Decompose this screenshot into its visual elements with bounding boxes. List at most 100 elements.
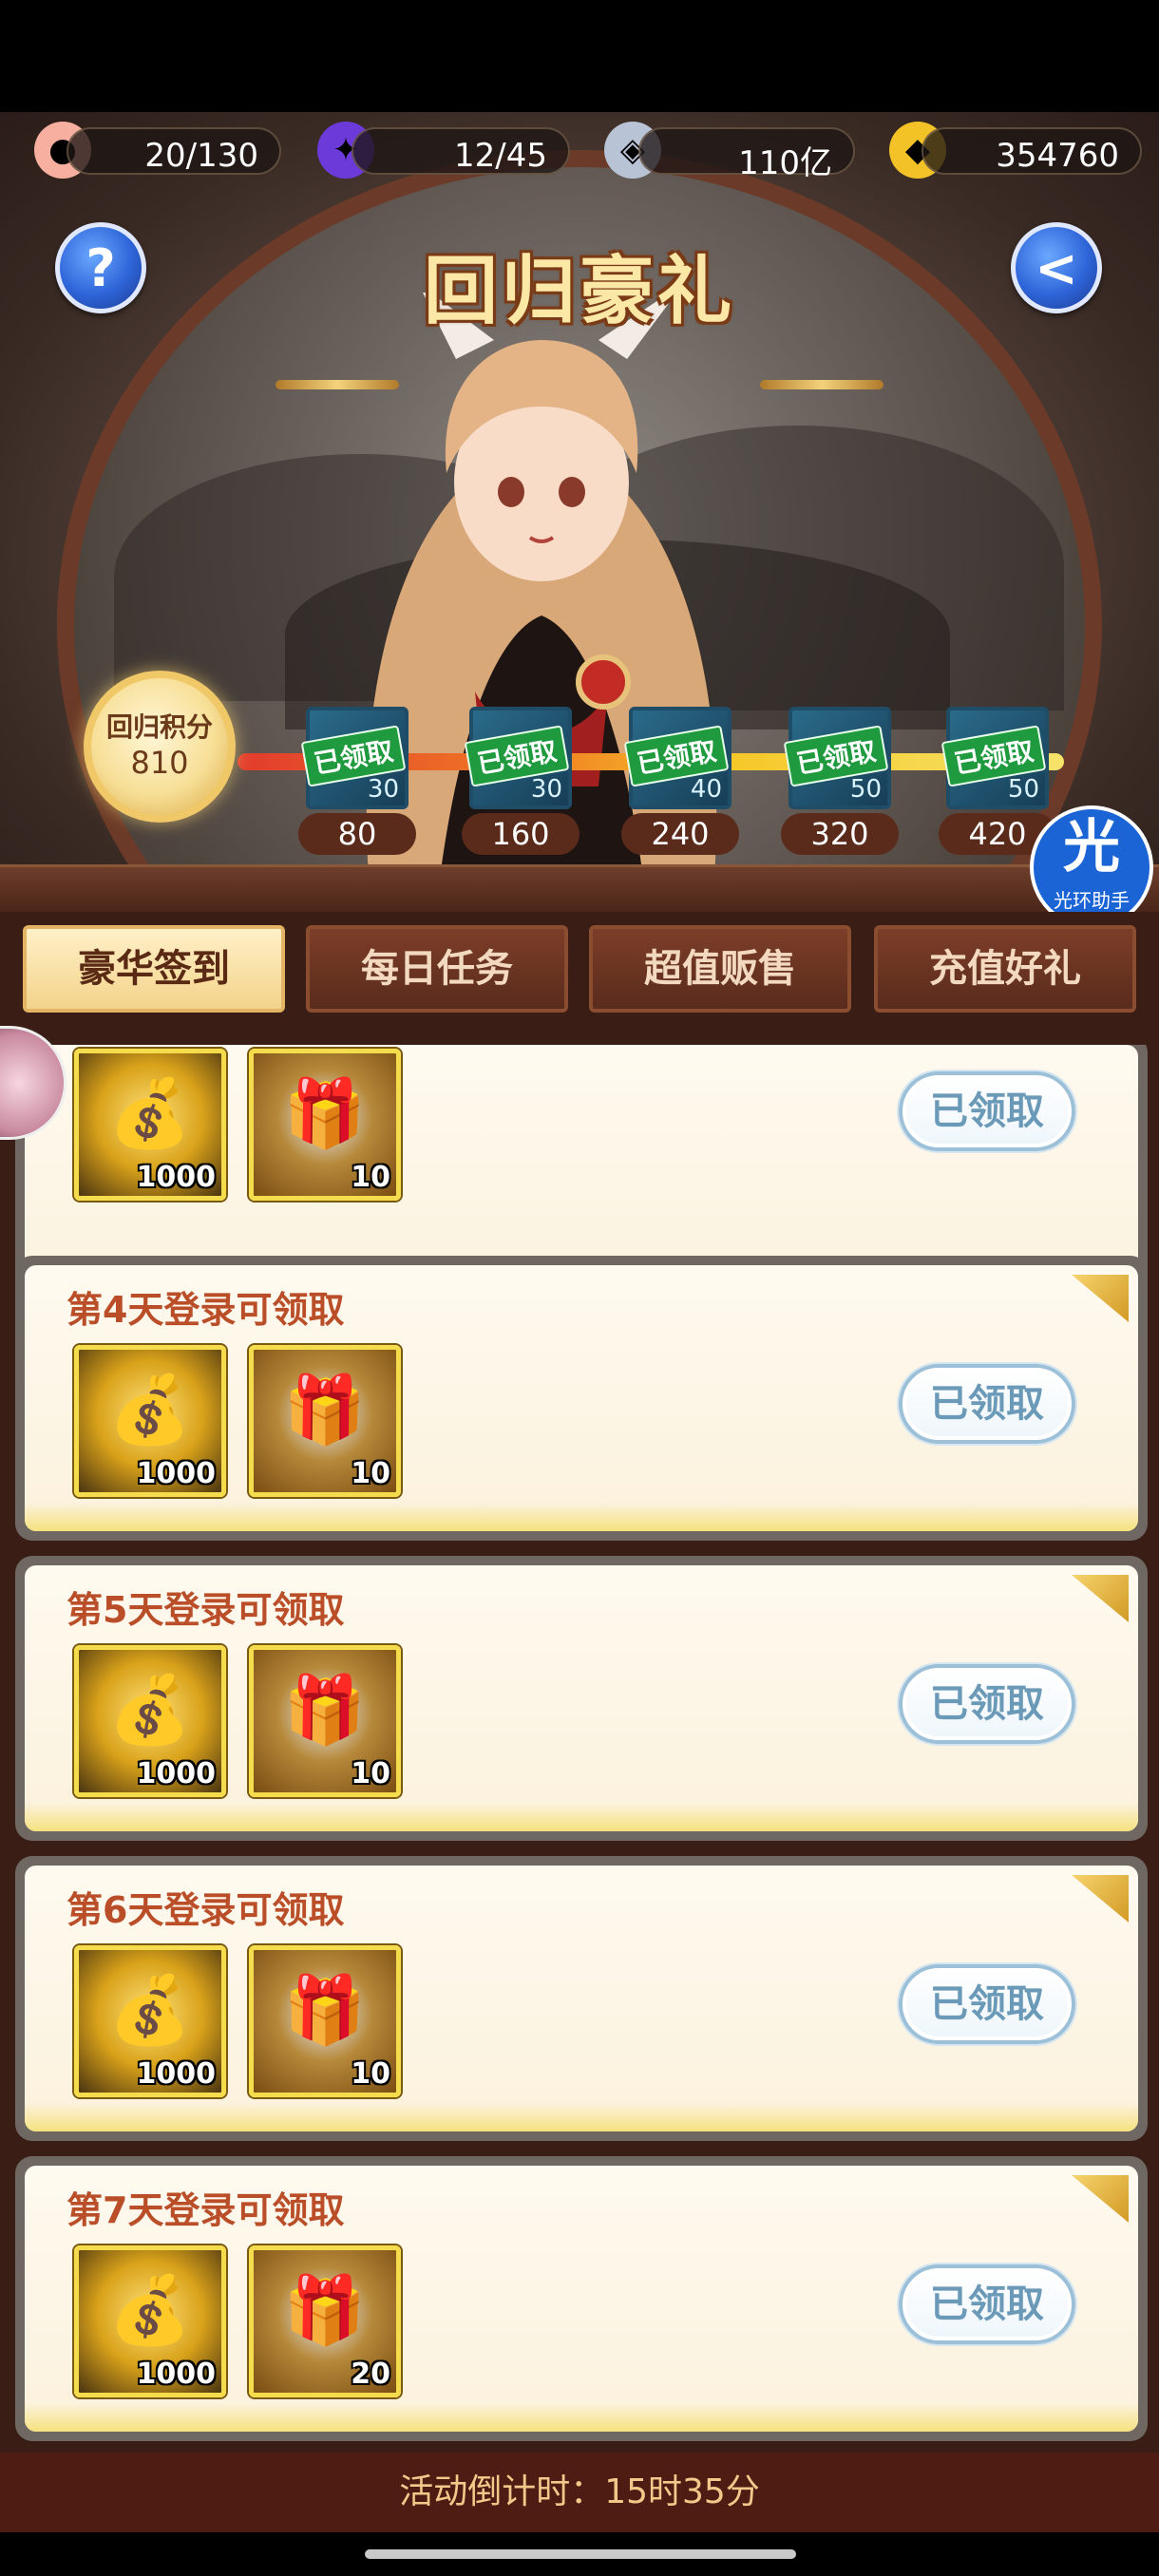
claimed-button[interactable]: 已领取 <box>899 1071 1075 1151</box>
item-quantity: 10 <box>351 1757 390 1790</box>
reward-day-title: 第4天登录可领取 <box>66 1289 345 1331</box>
tab-daily-tasks[interactable]: 每日任务 <box>306 925 568 1013</box>
back-arrow-icon: < <box>1035 237 1078 298</box>
helper-badge-glyph: 光 <box>1063 814 1120 881</box>
page-title-wrap: 回归豪礼 <box>276 232 884 334</box>
milestone-item-count: 50 <box>1007 775 1039 804</box>
item-quantity: 10 <box>351 1161 390 1194</box>
claimed-button[interactable]: 已领取 <box>899 1364 1075 1444</box>
tab-value-sale[interactable]: 超值贩售 <box>589 925 851 1013</box>
event-countdown: 活动倒计时：15时35分 <box>399 2472 760 2511</box>
home-indicator[interactable] <box>365 2549 796 2559</box>
milestone-item: 50 已领取 <box>940 707 1049 809</box>
claimed-button[interactable]: 已领取 <box>899 2264 1075 2344</box>
reward-card: 第4天登录可领取 💰 1000 🎁 10 已领取 <box>15 1256 1148 1541</box>
gold-ingot-item[interactable]: 💰 1000 <box>74 2245 226 2397</box>
gold-ingot-item[interactable]: 💰 1000 <box>74 1945 226 2097</box>
title-ornament-left <box>276 380 399 389</box>
help-button[interactable]: ? <box>55 222 146 313</box>
chest-icon: 🎁 <box>283 1371 367 1449</box>
chest-icon: 🎁 <box>283 1971 367 2049</box>
milestone-threshold: 80 <box>298 813 416 855</box>
reward-card-body: 第7天登录可领取 💰 1000 🎁 20 已领取 <box>25 2166 1138 2432</box>
item-quantity: 1000 <box>136 1757 217 1790</box>
treasure-chest-item[interactable]: 🎁 10 <box>249 1345 401 1497</box>
item-quantity: 20 <box>351 2358 390 2391</box>
milestone-item: 30 已领取 <box>464 707 572 809</box>
points-value: 810 <box>130 745 189 781</box>
peach-counter: 20/130 <box>66 127 281 175</box>
treasure-chest-item[interactable]: 🎁 10 <box>249 1645 401 1797</box>
spirit-value: 12/45 <box>454 137 547 175</box>
reward-day-title: 第5天登录可领取 <box>66 1589 345 1631</box>
milestone-reward[interactable]: 40 已领取 <box>623 707 733 809</box>
milestone-item-count: 30 <box>367 775 399 804</box>
treasure-chest-item[interactable]: 🎁 20 <box>249 2245 401 2397</box>
milestone-reward[interactable]: 30 已领取 <box>300 707 410 809</box>
chest-icon: 🎁 <box>283 2271 367 2349</box>
item-quantity: 1000 <box>136 2358 217 2391</box>
tab-luxury-signin[interactable]: 豪华签到 <box>23 925 285 1013</box>
gold-value: 354760 <box>996 137 1119 175</box>
treasure-chest-item[interactable]: 🎁 10 <box>249 1945 401 2097</box>
card-corner-ornament <box>1072 2175 1129 2223</box>
milestone-item: 50 已领取 <box>783 707 891 809</box>
gold-ingot-item[interactable]: 💰 1000 <box>74 1645 226 1797</box>
reward-card: 第5天登录可领取 💰 1000 🎁 10 已领取 <box>15 1556 1148 1841</box>
milestone-item-count: 40 <box>690 775 722 804</box>
gold-counter: 354760 <box>922 127 1142 175</box>
item-quantity: 1000 <box>136 1457 217 1490</box>
gold-ingot-icon: 💰 <box>108 1671 192 1749</box>
banner-shelf <box>0 864 1159 912</box>
gold-ingot-item[interactable]: 💰 1000 <box>74 1049 226 1201</box>
points-label: 回归积分 <box>105 711 213 743</box>
card-corner-ornament <box>1072 1575 1129 1622</box>
milestone-threshold: 240 <box>621 813 739 855</box>
peach-value: 20/130 <box>144 137 258 175</box>
milestone-reward[interactable]: 50 已领取 <box>783 707 893 809</box>
gold-ingot-icon: 💰 <box>108 1971 192 2049</box>
back-button[interactable]: < <box>1011 222 1102 313</box>
reward-day-title: 第7天登录可领取 <box>66 2189 345 2231</box>
footer-bar: 活动倒计时：15时35分 <box>0 2453 1159 2532</box>
reward-card-body: 第4天登录可领取 💰 1000 🎁 10 已领取 <box>25 1265 1138 1531</box>
helper-badge-label: 光环助手 <box>1054 889 1130 912</box>
milestone-item: 40 已领取 <box>623 707 732 809</box>
card-corner-ornament <box>1072 1275 1129 1322</box>
item-quantity: 10 <box>351 2057 390 2091</box>
claimed-button[interactable]: 已领取 <box>899 1664 1075 1744</box>
milestone-item: 30 已领取 <box>300 707 408 809</box>
reward-list[interactable]: 💰 1000 🎁 10 已领取 第4天登录可领取 💰 1000 🎁 10 已领取 <box>0 1045 1159 2453</box>
gold-ingot-item[interactable]: 💰 1000 <box>74 1345 226 1497</box>
page-title: 回归豪礼 <box>423 249 735 334</box>
item-quantity: 1000 <box>136 1161 217 1194</box>
treasure-chest-item[interactable]: 🎁 10 <box>249 1049 401 1201</box>
item-quantity: 1000 <box>136 2057 217 2091</box>
spirit-counter: 12/45 <box>352 127 570 175</box>
coin-counter: 110亿 <box>638 127 855 182</box>
gold-ingot-icon: 💰 <box>108 2271 192 2349</box>
reward-card: 第7天登录可领取 💰 1000 🎁 20 已领取 <box>15 2156 1148 2441</box>
milestone-reward[interactable]: 50 已领取 <box>940 707 1051 809</box>
tab-recharge-gifts[interactable]: 充值好礼 <box>874 925 1136 1013</box>
milestone-item-count: 30 <box>530 775 562 804</box>
milestone-threshold: 160 <box>462 813 580 855</box>
return-points-badge: 回归积分 810 <box>84 671 236 823</box>
coin-value: 110亿 <box>738 144 832 182</box>
reward-card-body: 第5天登录可领取 💰 1000 🎁 10 已领取 <box>25 1565 1138 1831</box>
gold-ingot-icon: 💰 <box>108 1074 192 1152</box>
question-icon: ? <box>86 237 116 298</box>
reward-card: 第6天登录可领取 💰 1000 🎁 10 已领取 <box>15 1856 1148 2141</box>
claimed-button[interactable]: 已领取 <box>899 1964 1075 2044</box>
item-quantity: 10 <box>351 1457 390 1490</box>
milestone-threshold: 320 <box>781 813 899 855</box>
chest-icon: 🎁 <box>283 1074 367 1152</box>
milestone-reward[interactable]: 30 已领取 <box>464 707 574 809</box>
helper-assistant-badge[interactable]: 光 光环助手 <box>1030 805 1153 929</box>
reward-card-body: 第6天登录可领取 💰 1000 🎁 10 已领取 <box>25 1866 1138 2131</box>
gold-ingot-icon: 💰 <box>108 1371 192 1449</box>
chest-icon: 🎁 <box>283 1671 367 1749</box>
reward-day-title: 第6天登录可领取 <box>66 1889 345 1931</box>
title-ornament-right <box>760 380 884 389</box>
card-corner-ornament <box>1072 1875 1129 1923</box>
